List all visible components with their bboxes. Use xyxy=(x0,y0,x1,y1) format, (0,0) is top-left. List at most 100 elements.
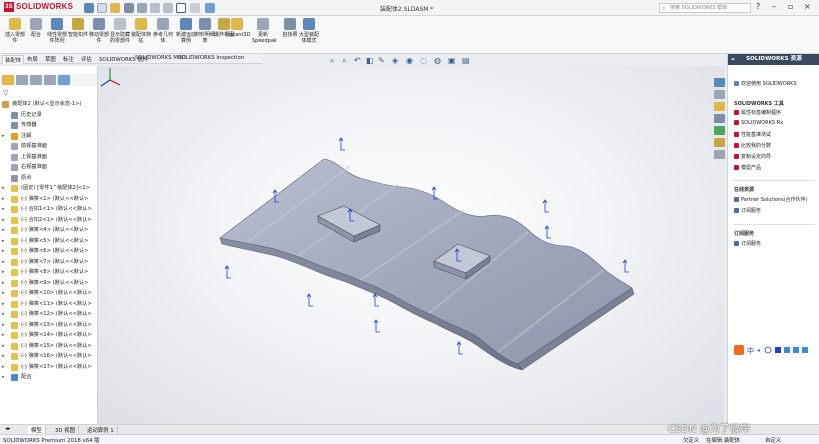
command-tab[interactable]: 装配体 xyxy=(2,55,25,64)
welcome-link[interactable]: 欢迎使用 SOLIDWORKS xyxy=(734,80,797,87)
tool-link[interactable]: 比较我的分数 xyxy=(734,142,771,149)
expand-arrow-icon[interactable]: ▸ xyxy=(2,236,5,247)
dynamic-annotation-icon[interactable]: ✎ xyxy=(378,56,385,65)
forum-tab-icon[interactable] xyxy=(714,150,725,159)
feature-tree-item[interactable]: ▸ (-) 弹簧<17> (默认<<默认> xyxy=(0,362,97,373)
save-icon[interactable] xyxy=(124,3,134,13)
minimize-button[interactable]: – xyxy=(772,2,776,11)
redo-icon[interactable] xyxy=(163,3,173,13)
view-palette-tab-icon[interactable] xyxy=(714,114,725,123)
select-arrow-icon[interactable] xyxy=(176,3,186,13)
edit-appearance-icon[interactable]: ◍ xyxy=(434,56,441,65)
feature-tree-item[interactable]: ▸ (-) 弹簧<12> (默认<<默认> xyxy=(0,309,97,320)
feature-tree-item[interactable]: 上视基准面 xyxy=(0,152,97,163)
collapse-pane-icon[interactable]: « xyxy=(731,54,735,65)
feature-tree-item[interactable]: ▸ (-) 弹簧<8> (默认<<默认> xyxy=(0,267,97,278)
property-manager-tab-icon[interactable] xyxy=(16,75,28,85)
ribbon-button[interactable]: 参考几何体 xyxy=(152,18,174,44)
configuration-manager-tab-icon[interactable] xyxy=(30,75,42,85)
status-units[interactable]: 自定义 xyxy=(765,436,781,444)
expand-arrow-icon[interactable]: ▸ xyxy=(2,278,5,289)
ribbon-button[interactable]: Instant3D xyxy=(226,18,250,38)
section-view-icon[interactable]: ◧ xyxy=(366,56,374,65)
feature-tree-item[interactable]: ▸ (-) 弹簧<14> (默认<<默认> xyxy=(0,330,97,341)
expand-arrow-icon[interactable]: ▸ xyxy=(2,351,5,362)
command-tab[interactable]: 草图 xyxy=(43,55,58,63)
ribbon-button[interactable]: 显示隐藏的零部件 xyxy=(109,18,131,44)
feature-tree-tab-icon[interactable] xyxy=(2,75,14,85)
expand-arrow-icon[interactable]: ▸ xyxy=(2,267,5,278)
hide-show-items-icon[interactable]: ◌ xyxy=(420,56,427,65)
expand-arrow-icon[interactable]: ▸ xyxy=(2,194,5,205)
feature-tree-item[interactable]: ▸ (-) 弹簧<15> (默认<<默认> xyxy=(0,341,97,352)
command-tab[interactable]: SOLIDWORKS Inspection xyxy=(176,55,246,61)
expand-arrow-icon[interactable]: ▸ xyxy=(2,131,5,142)
ribbon-button[interactable]: 配合 xyxy=(25,18,47,38)
help-search-input[interactable]: ⌕ 搜索 SOLIDWORKS 帮助 xyxy=(659,3,751,13)
restore-button[interactable]: ▫ xyxy=(788,2,793,11)
view-tab[interactable]: 运动算例 1 xyxy=(84,426,118,434)
feature-tree-item[interactable]: ▸ (-) 弹簧<10> (默认<<默认> xyxy=(0,288,97,299)
feature-tree-item[interactable]: ▸ 注解 xyxy=(0,131,97,142)
ribbon-button[interactable]: 移动零部件 xyxy=(88,18,110,44)
graphics-area[interactable] xyxy=(98,66,724,424)
feature-tree-item[interactable]: ▸ (-) 弹簧<13> (默认<<默认> xyxy=(0,320,97,331)
filter-icon[interactable]: ▽ xyxy=(3,89,8,97)
expand-arrow-icon[interactable]: ▸ xyxy=(2,257,5,268)
feature-tree-item[interactable]: ▸ (-) 弹簧<5> (默认<<默认> xyxy=(0,236,97,247)
solidworks-resources-tab-icon[interactable] xyxy=(714,78,725,87)
view-tab[interactable]: 模型 xyxy=(28,426,46,434)
feature-tree-item[interactable]: ▸ (-) 弹簧<11> (默认<<默认> xyxy=(0,299,97,310)
online-resource-link[interactable]: Partner Solutions(合作伙伴) xyxy=(734,196,808,203)
close-button[interactable]: × xyxy=(804,2,811,11)
subscription-link[interactable]: 订阅服务 xyxy=(734,240,761,247)
expand-arrow-icon[interactable]: ▸ xyxy=(2,225,5,236)
ribbon-button[interactable]: 更新Speedpak xyxy=(252,18,277,44)
tool-link[interactable]: 性能基准测试 xyxy=(734,131,771,138)
feature-tree-item[interactable]: ▸ (-) 弹簧<16> (默认<<默认> xyxy=(0,351,97,362)
appearances-tab-icon[interactable] xyxy=(714,126,725,135)
options-gear-icon[interactable] xyxy=(205,3,215,13)
open-folder-icon[interactable] xyxy=(110,3,120,13)
feature-tree-item[interactable]: ▸ (-) 弹簧<1> (默认<<默认> xyxy=(0,194,97,205)
tool-link[interactable]: 属性标签编制程序 xyxy=(734,109,781,116)
feature-tree-item[interactable]: 右视基准面 xyxy=(0,162,97,173)
command-tab[interactable]: 布局 xyxy=(25,55,40,63)
expand-arrow-icon[interactable]: ▸ xyxy=(2,362,5,373)
feature-tree-item[interactable]: ▸ (-) 弹簧<9> (默认<<默认> xyxy=(0,278,97,289)
expand-arrow-icon[interactable]: ▸ xyxy=(2,330,5,341)
feature-tree-item[interactable]: 前视基准面 xyxy=(0,141,97,152)
help-icon[interactable]: ? xyxy=(756,2,760,11)
command-tab[interactable]: 标注 xyxy=(61,55,76,63)
feature-tree-item[interactable]: 原点 xyxy=(0,173,97,184)
feature-tree-item[interactable]: ▸ 配合 xyxy=(0,372,97,383)
undo-icon[interactable] xyxy=(150,3,160,13)
home-icon[interactable] xyxy=(84,3,94,13)
zoom-to-fit-icon[interactable]: ⌕ xyxy=(330,56,334,66)
expand-arrow-icon[interactable]: ▸ xyxy=(2,309,5,320)
display-manager-tab-icon[interactable] xyxy=(58,75,70,85)
expand-arrow-icon[interactable]: ▸ xyxy=(2,215,5,226)
rebuild-icon[interactable] xyxy=(190,3,200,13)
zoom-area-icon[interactable]: ⌕ xyxy=(342,56,346,66)
new-document-icon[interactable] xyxy=(97,3,107,13)
input-method-tray[interactable]: 中 • xyxy=(734,344,812,356)
ribbon-button[interactable]: 线性零部件阵列 xyxy=(46,18,68,44)
expand-arrow-icon[interactable]: ▸ xyxy=(2,341,5,352)
command-tab[interactable]: 评估 xyxy=(79,55,94,63)
expand-arrow-icon[interactable]: ▸ xyxy=(2,183,5,194)
ribbon-button[interactable]: 装配体特征 xyxy=(130,18,152,44)
solidworks-logo[interactable]: 3S SOLIDWORKS xyxy=(4,2,73,12)
feature-tree-item[interactable]: ▸ (-) 合扣2<1> (默认<<默认> xyxy=(0,215,97,226)
feature-tree-item[interactable]: 历史记录 xyxy=(0,110,97,121)
tool-link[interactable]: 复制设定向导 xyxy=(734,153,771,160)
dimxpert-tab-icon[interactable] xyxy=(44,75,56,85)
expand-arrow-icon[interactable]: ▸ xyxy=(2,320,5,331)
view-settings-icon[interactable]: ▤ xyxy=(462,56,470,65)
tool-link[interactable]: 模型产品 xyxy=(734,164,761,171)
feature-tree-item[interactable]: ▸ (-) 弹簧<7> (默认<<默认> xyxy=(0,257,97,268)
feature-tree-item[interactable]: ▸ (固定) [零件1^装配体2]<1> xyxy=(0,183,97,194)
view-orientation-icon[interactable]: ◈ xyxy=(392,56,398,65)
expand-arrow-icon[interactable]: ▸ xyxy=(2,372,5,383)
expand-arrow-icon[interactable]: ▸ xyxy=(2,299,5,310)
